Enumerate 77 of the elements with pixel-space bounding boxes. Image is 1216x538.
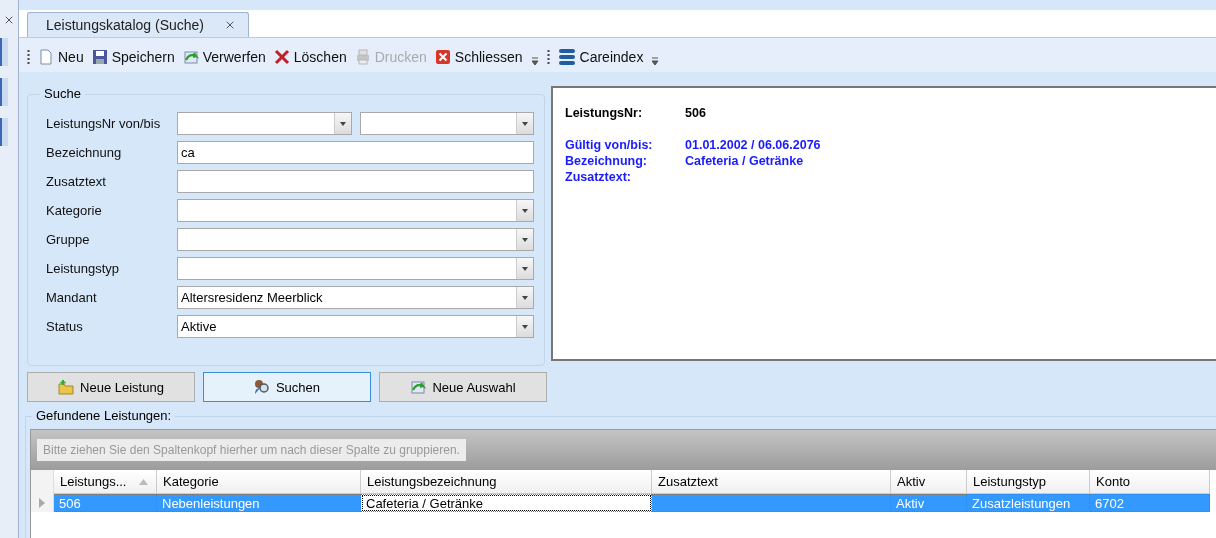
detail-label: Zusatztext: bbox=[565, 170, 632, 186]
document-icon bbox=[38, 49, 54, 65]
toolbar-button[interactable]: Verwerfen bbox=[182, 49, 266, 65]
combo-box[interactable] bbox=[177, 199, 534, 222]
dropdown-caret-icon bbox=[338, 119, 347, 128]
dropdown-caret-icon bbox=[521, 293, 529, 302]
toolbar-button[interactable]: Careindex bbox=[557, 48, 644, 66]
side-tab[interactable] bbox=[0, 38, 8, 66]
field-label: Zusatztext bbox=[46, 174, 107, 189]
column-header[interactable]: Aktiv bbox=[891, 470, 967, 494]
field-label: Status bbox=[46, 319, 84, 334]
toolbar-grip-icon[interactable] bbox=[27, 49, 30, 65]
folder-icon bbox=[58, 379, 75, 395]
column-header[interactable]: Leistungs... bbox=[54, 470, 157, 494]
detail-value: Cafeteria / Getränke bbox=[685, 154, 805, 170]
close-icon bbox=[434, 49, 451, 65]
row-header[interactable] bbox=[31, 494, 54, 512]
field-label: Gruppe bbox=[46, 232, 91, 247]
refresh-icon bbox=[182, 49, 199, 65]
combo-box[interactable]: Aktive bbox=[177, 315, 534, 338]
combo-box[interactable] bbox=[359, 112, 534, 135]
column-header[interactable]: Zusatztext bbox=[652, 470, 891, 494]
group-title: Suche bbox=[40, 86, 85, 101]
toolbar-grip-icon[interactable] bbox=[546, 49, 550, 65]
field-label: Mandant bbox=[46, 290, 98, 305]
column-header[interactable]: Leistungsbezeichnung bbox=[361, 470, 652, 494]
refresh-icon bbox=[410, 379, 427, 395]
table-cell: Aktiv bbox=[891, 494, 967, 512]
dropdown-caret-icon bbox=[521, 119, 529, 128]
text-field[interactable] bbox=[177, 170, 534, 193]
results-title: Gefundene Leistungen: bbox=[32, 408, 176, 423]
side-tab[interactable] bbox=[0, 118, 8, 146]
printer-icon bbox=[354, 49, 371, 65]
toolbar-button[interactable]: Speichern bbox=[91, 49, 175, 65]
table-cell: 6702 bbox=[1090, 494, 1210, 512]
action-button[interactable]: Suchen bbox=[203, 372, 371, 402]
dropdown-caret-icon bbox=[521, 235, 529, 244]
action-button[interactable]: Neue Auswahl bbox=[379, 372, 547, 402]
combo-box[interactable] bbox=[177, 257, 534, 280]
overflow-icon[interactable] bbox=[651, 56, 660, 66]
toolbar-button[interactable]: Schliessen bbox=[434, 49, 523, 65]
toolbar-button[interactable]: Löschen bbox=[273, 49, 347, 65]
field-label: LeistungsNr von/bis bbox=[46, 116, 162, 131]
action-button[interactable]: Neue Leistung bbox=[27, 372, 195, 402]
table-cell: Zusatzleistungen bbox=[967, 494, 1090, 512]
dropdown-caret-icon bbox=[521, 322, 529, 331]
combo-box[interactable] bbox=[177, 112, 352, 135]
detail-label: Bezeichnung: bbox=[565, 154, 648, 170]
document-tab[interactable]: Leistungskatalog (Suche) bbox=[27, 12, 249, 37]
field-label: Kategorie bbox=[46, 203, 103, 218]
detail-value: 506 bbox=[685, 106, 707, 122]
combo-box[interactable] bbox=[177, 228, 534, 251]
column-header[interactable]: Kategorie bbox=[157, 470, 361, 494]
detail-label: LeistungsNr: bbox=[565, 106, 644, 122]
close-icon[interactable] bbox=[3, 14, 15, 26]
overflow-icon[interactable] bbox=[530, 56, 539, 66]
stack-icon bbox=[557, 48, 576, 66]
field-label: Bezeichnung bbox=[46, 145, 123, 160]
dropdown-caret-icon bbox=[521, 264, 529, 273]
table-cell: Cafeteria / Getränke bbox=[361, 494, 652, 512]
close-icon[interactable] bbox=[224, 19, 236, 31]
detail-value: 01.01.2002 / 06.06.2076 bbox=[685, 138, 822, 154]
search-icon bbox=[253, 379, 270, 395]
text-field[interactable]: ca bbox=[177, 141, 534, 164]
field-label: Leistungstyp bbox=[46, 261, 120, 276]
save-icon bbox=[91, 49, 108, 65]
group-hint: Bitte ziehen Sie den Spaltenkopf hierher um nach dieser Spalte zu gruppieren. bbox=[37, 439, 466, 461]
table-cell: Nebenleistungen bbox=[157, 494, 361, 512]
table-cell: 506 bbox=[54, 494, 157, 512]
side-tab[interactable] bbox=[0, 78, 8, 106]
column-header[interactable]: Leistungstyp bbox=[967, 470, 1090, 494]
detail-label: Gültig von/bis: bbox=[565, 138, 654, 154]
column-header[interactable]: Konto bbox=[1090, 470, 1210, 494]
combo-box[interactable]: Altersresidenz Meerblick bbox=[177, 286, 534, 309]
dropdown-caret-icon bbox=[521, 206, 529, 215]
toolbar-button[interactable]: Neu bbox=[38, 49, 84, 65]
delete-icon bbox=[273, 49, 290, 65]
